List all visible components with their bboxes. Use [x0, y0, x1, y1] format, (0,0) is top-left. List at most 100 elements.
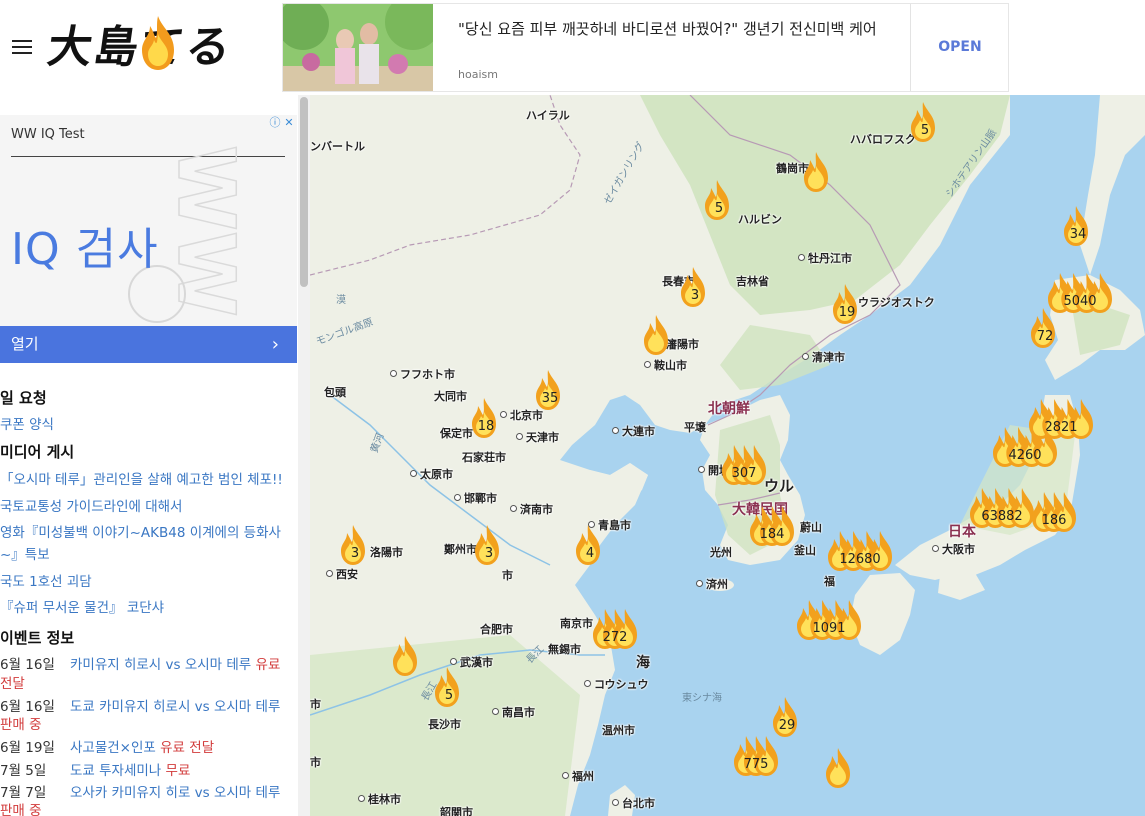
- incident-marker[interactable]: 186: [1032, 491, 1076, 535]
- section-heading-media: 미디어 게시: [0, 443, 75, 461]
- marker-count: 29: [778, 718, 796, 733]
- map-label: 南昌市: [492, 704, 535, 720]
- menu-icon[interactable]: [12, 40, 32, 54]
- incident-marker[interactable]: 1091: [797, 599, 861, 643]
- event-title[interactable]: 도쿄 투자세미나: [70, 763, 161, 779]
- incident-marker[interactable]: 3: [341, 524, 369, 568]
- scrollbar-thumb[interactable]: [300, 97, 308, 287]
- incident-marker[interactable]: 29: [773, 696, 801, 740]
- incident-marker[interactable]: 34: [1064, 205, 1092, 249]
- ad-headline[interactable]: IQ 검사: [11, 213, 159, 277]
- close-icon[interactable]: ✕: [282, 116, 296, 130]
- ad-open-button[interactable]: OPEN: [911, 4, 1009, 91]
- map-label-country: 北朝鮮: [708, 401, 750, 417]
- event-item[interactable]: 6월 16일 카미유지 히로시 vs 오시마 테루 유료: [0, 653, 280, 673]
- incident-marker[interactable]: 775: [734, 735, 778, 779]
- map-label: 温州市: [602, 724, 635, 737]
- event-item[interactable]: 7월 5일 도쿄 투자세미나 무료: [0, 759, 190, 779]
- marker-count: 18: [477, 419, 495, 434]
- site-logo[interactable]: 大島てる: [44, 16, 248, 78]
- chevron-right-icon: ›: [271, 334, 279, 355]
- event-title[interactable]: 도쿄 카미유지 히로시 vs 오시마 테루: [70, 699, 280, 715]
- marker-count: 5: [714, 201, 724, 216]
- map-label: 石家荘市: [462, 451, 506, 464]
- info-icon[interactable]: ⓘ: [268, 116, 282, 130]
- map-label: 南京市: [560, 617, 593, 630]
- map-label: ンバートル: [310, 140, 365, 153]
- top-advertisement[interactable]: "당신 요즘 피부 깨끗하네 바디로션 바꿨어?" 갱년기 전신미백 케어 ho…: [282, 3, 1009, 92]
- incident-marker[interactable]: 5: [705, 179, 733, 223]
- incident-marker[interactable]: 12680: [828, 530, 892, 574]
- link-media-5[interactable]: 『슈퍼 무서운 물건』 코단샤: [0, 596, 164, 616]
- incident-marker[interactable]: 72: [1031, 307, 1059, 351]
- event-title[interactable]: 사고물건×인포: [70, 740, 156, 756]
- incident-marker[interactable]: 272: [593, 608, 637, 652]
- map-label: 大阪市: [932, 541, 975, 557]
- flame-icon: [644, 315, 668, 355]
- map-label: 釜山: [794, 544, 816, 557]
- map-label: ハルビン: [738, 213, 782, 226]
- incident-marker[interactable]: 5: [435, 666, 463, 710]
- event-title[interactable]: 카미유지 히로시 vs 오시마 테루: [70, 657, 251, 673]
- link-media-1[interactable]: 「오시마 테루」관리인을 살해 예고한 범인 체포!!: [0, 468, 283, 488]
- event-item[interactable]: 6월 16일 도쿄 카미유지 히로시 vs 오시마 테루: [0, 695, 280, 715]
- marker-count: 307: [731, 466, 757, 481]
- incident-marker[interactable]: 184: [750, 505, 794, 549]
- marker-count: 19: [838, 305, 856, 320]
- incident-marker[interactable]: 4260: [993, 426, 1057, 470]
- incident-marker[interactable]: [393, 635, 421, 679]
- map-label: フフホト市: [390, 366, 455, 382]
- map-label: 福州: [562, 768, 594, 784]
- marker-count: 3: [484, 546, 494, 561]
- map-label: ハバロフスク: [850, 133, 916, 146]
- map-label: 包頭: [324, 386, 346, 399]
- event-item[interactable]: 6월 19일 사고물건×인포 유료 전달: [0, 736, 214, 756]
- incident-marker[interactable]: [804, 151, 832, 195]
- marker-count: 4: [585, 546, 595, 561]
- ad-title[interactable]: "당신 요즘 피부 깨끗하네 바디로션 바꿨어?" 갱년기 전신미백 케어: [458, 18, 888, 40]
- sidebar-scrollbar[interactable]: [298, 95, 310, 816]
- map-label: ハイラル: [526, 109, 570, 122]
- event-title[interactable]: 오사카 카미유지 히로 vs 오시마 테루: [70, 785, 280, 801]
- incident-map[interactable]: ハイラル ハバロフスク ンバートル 鶴崗市 ハルビン 牡丹江市 長春市 吉林省 …: [310, 95, 1145, 816]
- site-header: 大島てる "당신 요즘 피부 깨끗하네 바디로션 바꿨어?" 갱년기 전신미백 …: [0, 0, 1145, 95]
- map-label: 天津市: [516, 429, 559, 445]
- incident-marker[interactable]: 19: [833, 283, 861, 327]
- map-label: 市: [310, 698, 321, 711]
- incident-marker[interactable]: 4: [576, 524, 604, 568]
- link-media-4[interactable]: 국도 1호선 괴담: [0, 570, 92, 590]
- incident-marker[interactable]: [826, 747, 854, 791]
- incident-marker[interactable]: 5: [911, 101, 939, 145]
- incident-marker[interactable]: [644, 314, 672, 358]
- incident-marker[interactable]: 35: [536, 369, 564, 413]
- map-label: 桂林市: [358, 791, 401, 807]
- ad-source: hoaism: [458, 68, 498, 81]
- link-coupon-form[interactable]: 쿠폰 양식: [0, 413, 54, 433]
- link-media-3[interactable]: 영화『미성불백 이야기~AKB48 이계에의 등화사: [0, 521, 281, 541]
- marker-count: 35: [541, 391, 559, 406]
- marker-count: 272: [602, 630, 628, 645]
- incident-marker[interactable]: 3: [681, 266, 709, 310]
- event-item[interactable]: 7월 7일 오사카 카미유지 히로 vs 오시마 테루: [0, 781, 280, 801]
- map-label: 吉林省: [736, 275, 769, 288]
- link-media-3-cont[interactable]: ~』특보: [0, 543, 50, 563]
- flame-icon: [826, 748, 850, 788]
- sidebar-advertisement[interactable]: ⓘ ✕ WW IQ Test WW IQ 검사 열기 ›: [0, 115, 297, 363]
- map-label: 市: [310, 756, 321, 769]
- incident-marker[interactable]: 18: [472, 397, 500, 441]
- map-label-region: 漠: [336, 295, 346, 306]
- map-label: 洛陽市: [370, 546, 403, 559]
- ad-advertiser: WW IQ Test: [11, 127, 85, 142]
- map-label-sea: 東シナ海: [682, 693, 722, 704]
- map-label: 大連市: [612, 423, 655, 439]
- map-label: 市: [502, 569, 513, 582]
- adchoices[interactable]: ⓘ ✕: [268, 116, 296, 130]
- incident-marker[interactable]: 307: [722, 444, 766, 488]
- link-media-2[interactable]: 국토교통성 가이드라인에 대해서: [0, 495, 182, 515]
- ad-open-button[interactable]: 열기 ›: [0, 326, 297, 363]
- map-label: 光州: [710, 546, 732, 559]
- flame-icon: [142, 16, 174, 70]
- incident-marker[interactable]: 63882: [970, 487, 1034, 531]
- map-label: 西安: [326, 566, 358, 582]
- incident-marker[interactable]: 3: [475, 524, 503, 568]
